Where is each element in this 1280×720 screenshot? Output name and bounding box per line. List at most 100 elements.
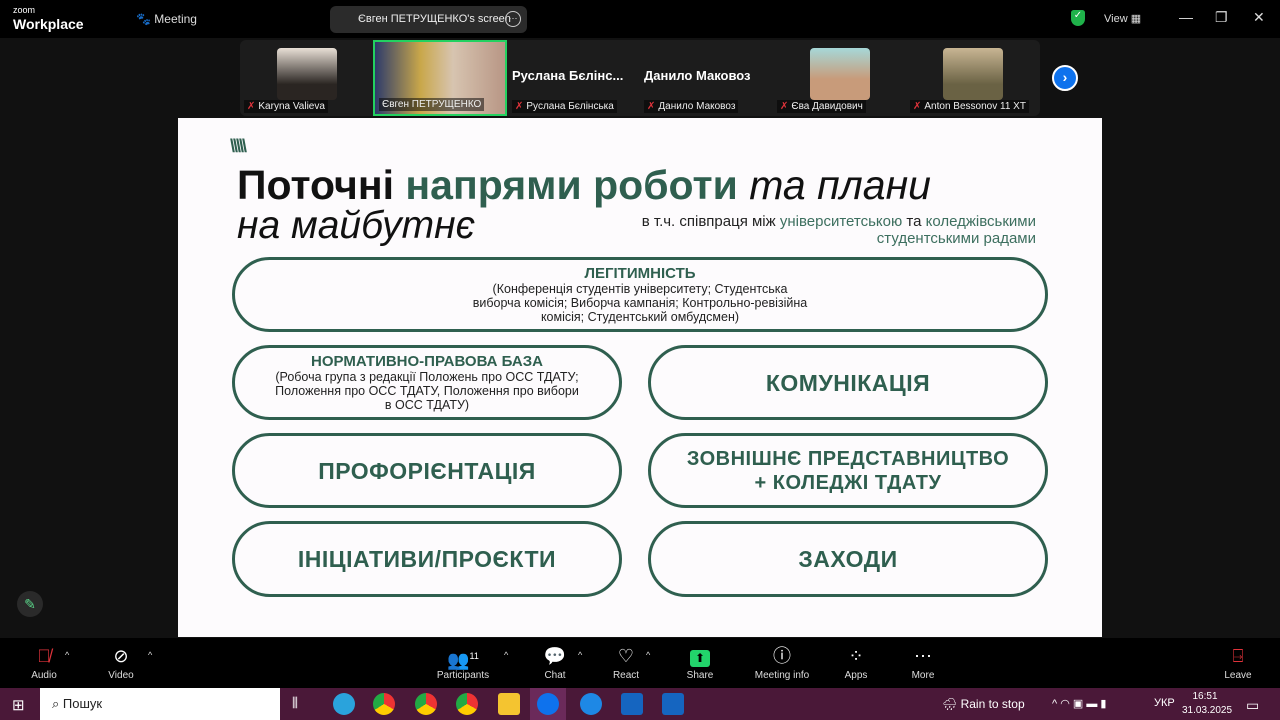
chrome-icon[interactable] [456, 693, 478, 715]
participant-big-name: Данило Маковоз [644, 68, 751, 83]
label: Audio [31, 670, 57, 681]
meeting-menu[interactable]: 🐾 Meeting [136, 12, 197, 26]
box-title: ЗОВНІШНЄ ПРЕДСТАВНИЦТВО + КОЛЕДЖІ ТДАТУ [686, 447, 1010, 494]
time: 16:51 [1192, 691, 1218, 702]
label: Apps [844, 670, 868, 681]
minimize-icon[interactable]: — [1179, 9, 1193, 25]
caret-icon[interactable]: ^ [578, 650, 582, 660]
react-button[interactable]: ♡ React ^ [591, 644, 661, 681]
audio-button[interactable]: 🎙̸ Audio ^ [9, 644, 79, 681]
box-communication: КОМУНІКАЦІЯ [648, 345, 1048, 420]
participant-big-name: Руслана Бєлінс... [512, 68, 624, 83]
participant-tile-active-speaker[interactable]: Євген ПЕТРУЩЕНКО [373, 40, 507, 116]
participants-button[interactable]: 👥11 Participants ^ [428, 644, 508, 681]
muted-mic-icon: ✗ [247, 101, 256, 112]
slide-title: Поточні напрями роботи та плани [237, 162, 931, 209]
restore-icon[interactable]: ❐ [1215, 9, 1228, 26]
participant-video [277, 48, 337, 100]
participant-video [943, 48, 1003, 100]
title-part: та плани [749, 162, 931, 208]
screen-share-indicator[interactable]: Євген ПЕТРУЩЕНКО's screen ··· [330, 6, 527, 33]
slide-title-line2: на майбутнє [237, 204, 475, 247]
view-button[interactable]: View ▦ [1104, 12, 1141, 25]
box-legitimacy: ЛЕГІТИМНІСТЬ (Конференція студентів уніве… [232, 257, 1048, 332]
name-text: Євген ПЕТРУЩЕНКО [382, 99, 482, 110]
weather-widget[interactable]: 🌧 Rain to stop [942, 697, 1025, 711]
participant-name: ✗ Anton Bessonov 11 XT [910, 100, 1029, 113]
name-text: Руслана Бєлінська [526, 101, 614, 112]
participant-count: 11 [469, 651, 479, 661]
leave-button[interactable]: ⍈ Leave [1203, 644, 1273, 681]
language-indicator[interactable]: УКР [1154, 697, 1175, 709]
task-view-icon[interactable]: ⫼ [292, 695, 298, 711]
label: Participants [436, 670, 490, 681]
notifications-icon[interactable]: ▭ [1246, 697, 1259, 714]
system-tray-icons[interactable]: ^ ◠ ▣ ▬ ▮ [1052, 697, 1106, 710]
box-initiatives: ІНІЦІАТИВИ/ПРОЄКТИ [232, 521, 622, 597]
box-title: НОРМАТИВНО-ПРАВОВА БАЗА [311, 353, 543, 370]
telegram-icon[interactable] [333, 693, 355, 715]
caret-icon[interactable]: ^ [65, 650, 69, 660]
sub-part: коледжівськими [925, 213, 1036, 230]
close-icon[interactable]: ✕ [1253, 9, 1265, 26]
more-options-icon[interactable]: ··· [505, 11, 521, 27]
next-page-chevron-icon[interactable]: › [1052, 65, 1078, 91]
caret-icon[interactable]: ^ [148, 650, 152, 660]
windows-start-icon[interactable]: ⊞ [12, 696, 25, 714]
participant-video [810, 48, 870, 100]
participant-tile[interactable]: ✗ Anton Bessonov 11 XT [906, 40, 1038, 116]
label: Share [686, 670, 714, 681]
sub-part: в т.ч. співпраця між [641, 213, 776, 230]
box-desc: (Конференція студентів університету; Сту… [472, 282, 808, 324]
zoom-logo: zoom [13, 5, 36, 15]
video-button[interactable]: ⊘ Video ^ [86, 644, 156, 681]
more-icon: ⋯ [914, 646, 932, 666]
zoom-logo-workplace: Workplace [13, 16, 84, 32]
heart-icon: ♡ [617, 646, 635, 666]
box-title: ЛЕГІТИМНІСТЬ [584, 265, 696, 282]
title-part: Поточні [237, 162, 395, 208]
label: Video [108, 670, 134, 681]
participant-tile[interactable]: Данило Маковоз ✗ Данило Маковоз [640, 40, 772, 116]
participant-tile[interactable]: Руслана Бєлінс... ✗ Руслана Бєлінська [508, 40, 640, 116]
chrome-icon[interactable] [373, 693, 395, 715]
decorative-slashes: \\\\\ [230, 136, 247, 156]
name-text: Єва Давидович [791, 101, 863, 112]
muted-mic-icon: ✗ [647, 101, 656, 112]
taskbar-search[interactable]: ⌕ Пошук [40, 688, 280, 720]
edge-icon[interactable] [580, 693, 602, 715]
participant-name: ✗ Єва Давидович [777, 100, 866, 113]
app-r-icon[interactable] [662, 693, 684, 715]
participant-name: ✗ Karyna Valieva [244, 100, 328, 113]
sub-part: студентськими радами [876, 230, 1036, 247]
weather-icon: 🌧 [942, 697, 961, 711]
meeting-info-button[interactable]: ⓘ Meeting info [747, 644, 817, 681]
app-n-icon[interactable] [621, 693, 643, 715]
box-career-guidance: ПРОФОРІЄНТАЦІЯ [232, 433, 622, 508]
info-icon: ⓘ [773, 646, 791, 666]
caret-icon[interactable]: ^ [504, 650, 508, 660]
participant-name: ✗ Данило Маковоз [644, 100, 739, 113]
search-icon: ⌕ [52, 696, 63, 711]
participant-tile[interactable]: ✗ Єва Давидович [773, 40, 905, 116]
meeting-toolbar: 🎙̸ Audio ^ ⊘ Video ^ 👥11 Participants ^ 💬 Chat ^… [0, 638, 1280, 688]
participant-tile[interactable]: ✗ Karyna Valieva [240, 40, 372, 116]
box-title: ІНІЦІАТИВИ/ПРОЄКТИ [297, 546, 557, 572]
more-button[interactable]: ⋯ More [888, 644, 958, 681]
caret-icon[interactable]: ^ [646, 650, 650, 660]
share-button[interactable]: ⬆ Share [665, 644, 735, 681]
zoom-icon [537, 693, 559, 715]
clock[interactable]: 16:51 31.03.2025 [1182, 690, 1233, 718]
date: 31.03.2025 [1182, 705, 1233, 716]
zoom-taskbar-active[interactable] [530, 688, 566, 720]
box-legal-base: НОРМАТИВНО-ПРАВОВА БАЗА (Робоча група з р… [232, 345, 622, 420]
muted-mic-icon: ✗ [913, 101, 922, 112]
zoom-title-bar: zoom Workplace 🐾 Meeting Євген ПЕТРУЩЕНК… [0, 0, 1280, 38]
annotate-pencil-icon[interactable]: ✎ [17, 591, 43, 617]
security-shield-icon[interactable]: ✓ [1071, 10, 1085, 26]
chat-button[interactable]: 💬 Chat ^ [520, 644, 590, 681]
box-external-representation: ЗОВНІШНЄ ПРЕДСТАВНИЦТВО + КОЛЕДЖІ ТДАТУ [648, 433, 1048, 508]
file-explorer-icon[interactable] [498, 693, 520, 715]
chrome-icon[interactable] [415, 693, 437, 715]
apps-button[interactable]: ⁘ Apps [821, 644, 891, 681]
